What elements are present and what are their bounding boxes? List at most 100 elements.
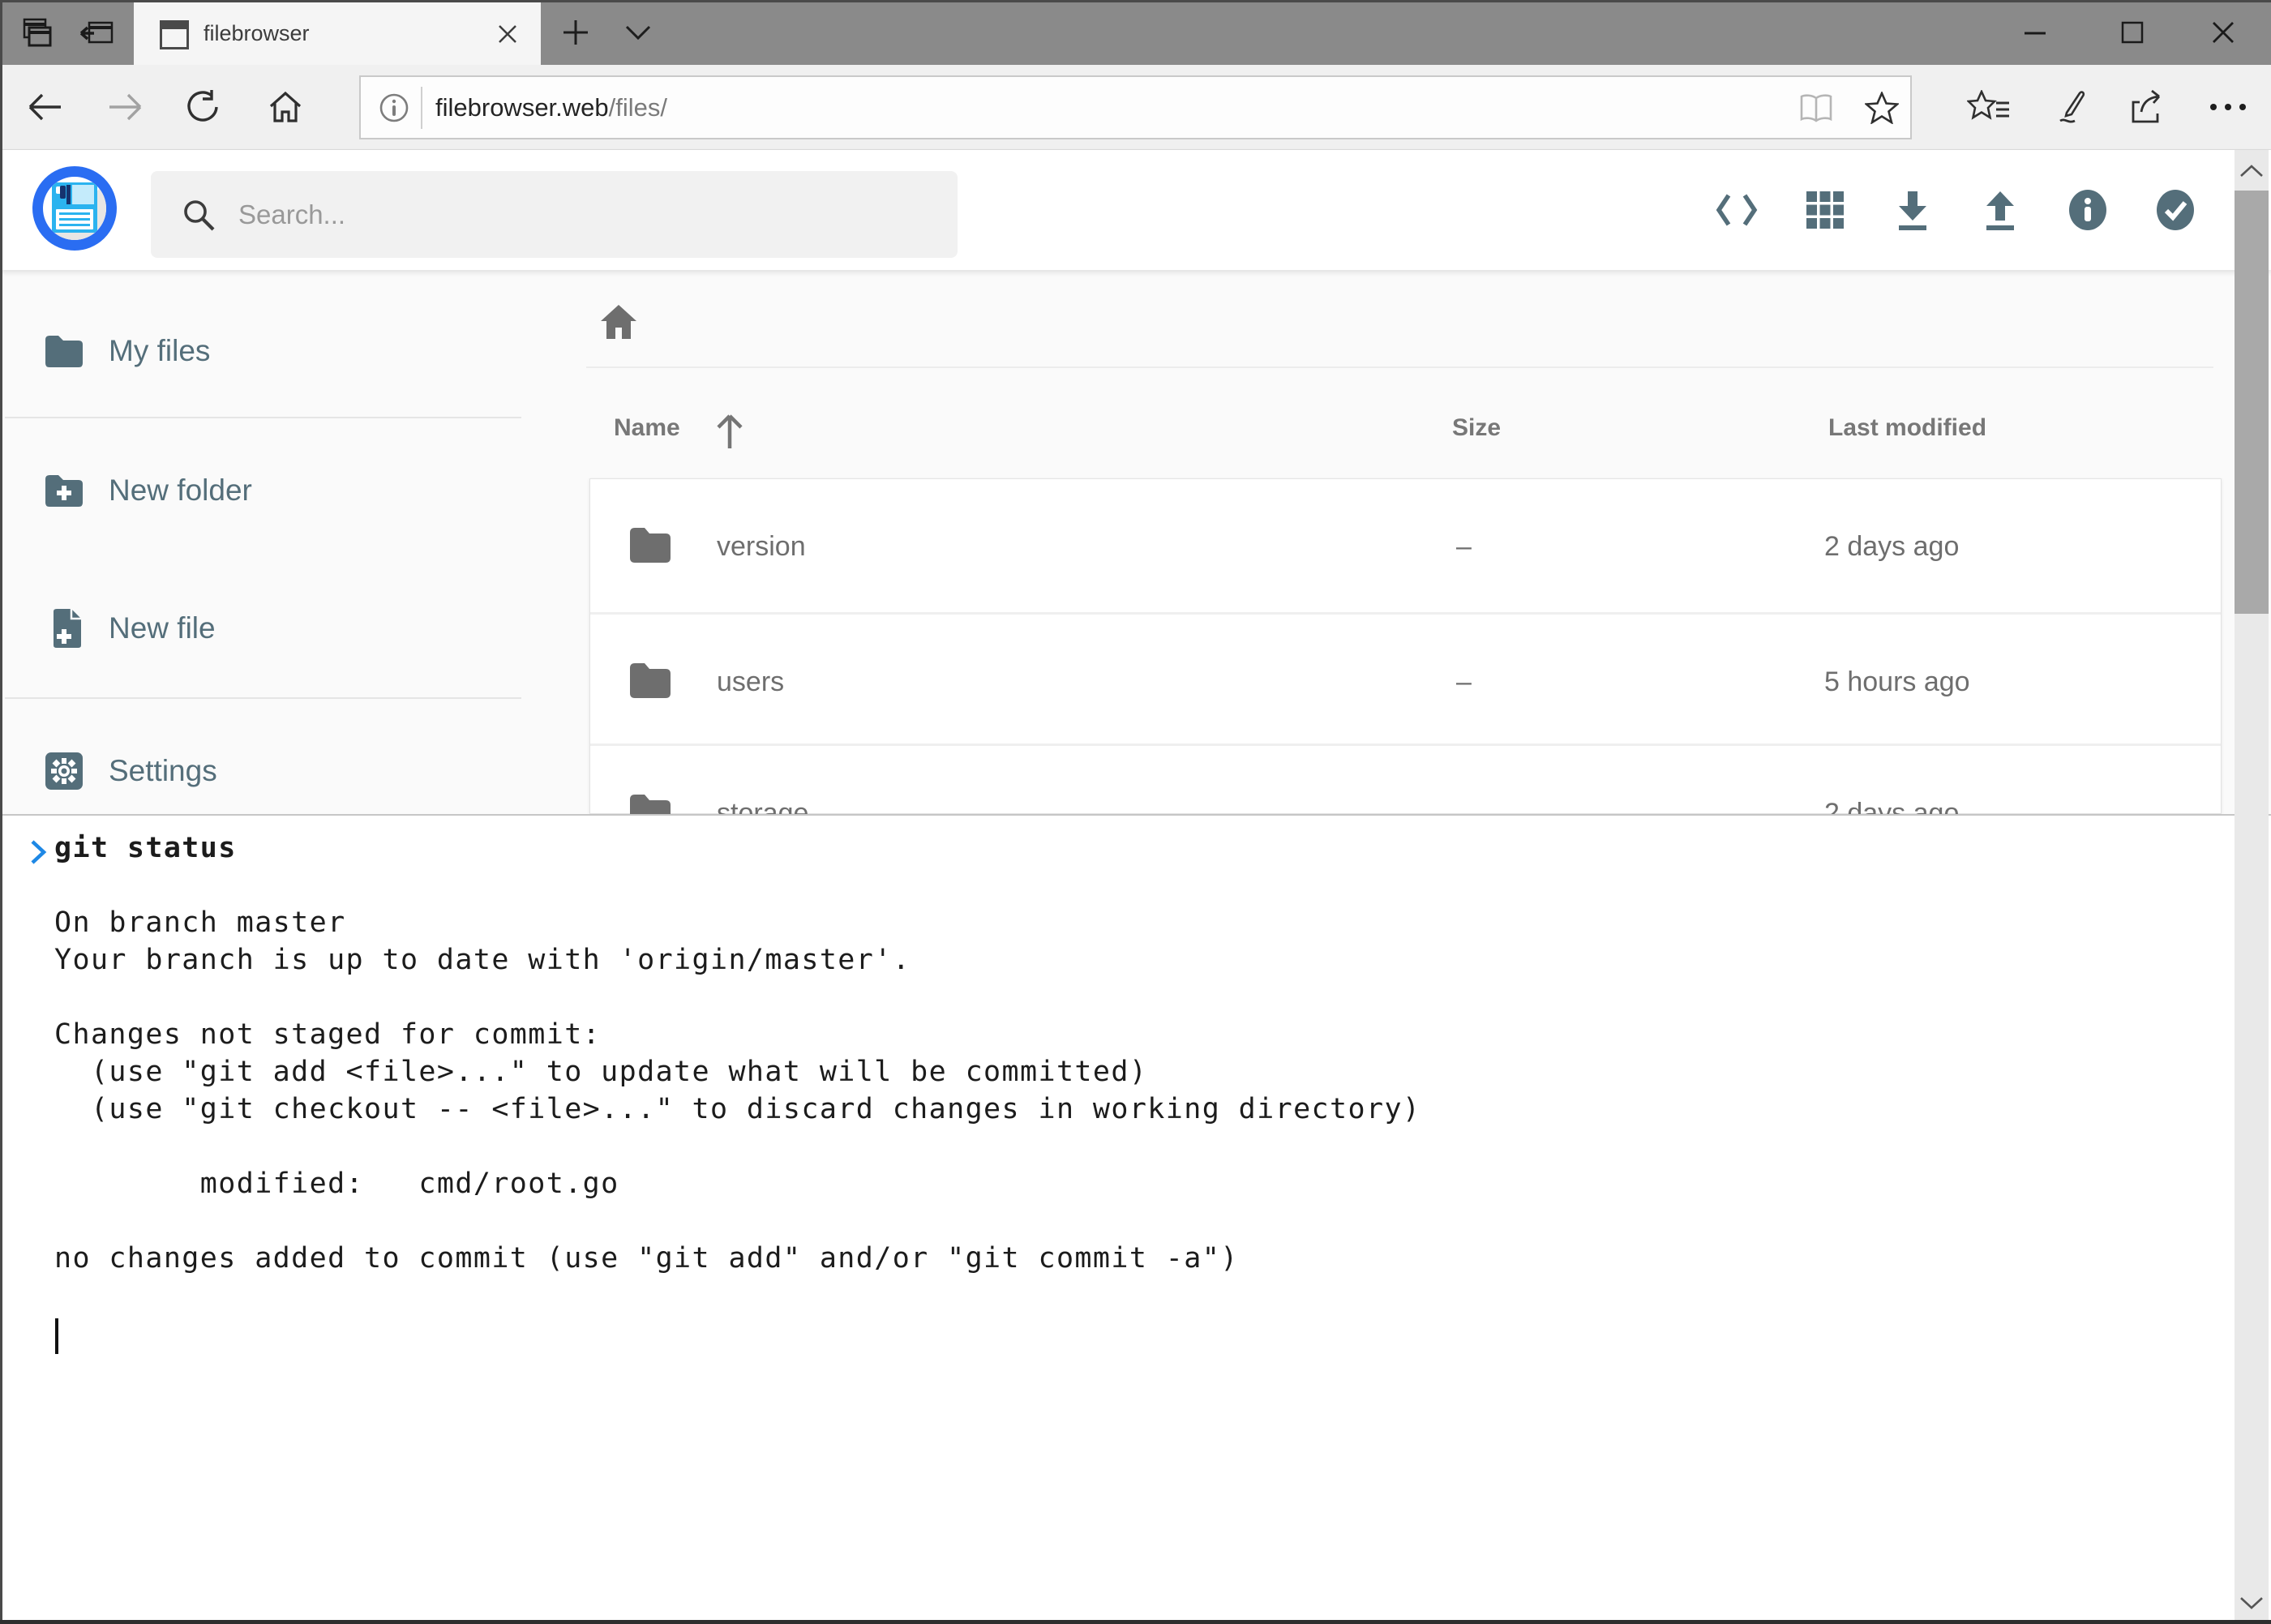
tab-title: filebrowser bbox=[204, 2, 310, 65]
reading-view-icon[interactable] bbox=[1798, 93, 1834, 122]
download-icon bbox=[1894, 190, 1931, 230]
floppy-disk-icon bbox=[52, 182, 97, 233]
refresh-button[interactable] bbox=[170, 75, 235, 139]
folder-icon bbox=[628, 526, 672, 563]
sidebar-item-new-file[interactable]: New file bbox=[0, 588, 521, 669]
close-icon bbox=[2210, 19, 2236, 45]
info-icon bbox=[2068, 189, 2107, 231]
scroll-up-button[interactable] bbox=[2235, 150, 2269, 192]
close-icon bbox=[497, 24, 518, 45]
home-icon bbox=[268, 90, 303, 124]
file-plus-icon bbox=[50, 608, 83, 649]
file-modified: 2 days ago bbox=[1824, 531, 1959, 563]
check-circle-icon bbox=[2156, 189, 2195, 231]
address-bar: filebrowser.web/files/ bbox=[0, 65, 2271, 150]
upload-icon bbox=[1982, 190, 2019, 230]
minimize-button[interactable] bbox=[1997, 0, 2073, 65]
select-multiple-button[interactable] bbox=[2143, 186, 2208, 234]
search-bar[interactable] bbox=[151, 171, 958, 258]
terminal-output-line: Your branch is up to date with 'origin/m… bbox=[54, 941, 911, 979]
file-list: version – 2 days ago users – 5 hours ago… bbox=[589, 478, 2222, 814]
window-border bbox=[0, 0, 2, 1624]
tab-preview-button[interactable] bbox=[6, 0, 63, 65]
file-name: version bbox=[717, 531, 806, 563]
browser-tab-filebrowser[interactable]: filebrowser bbox=[134, 2, 541, 65]
sidebar-item-new-folder[interactable]: New folder bbox=[0, 450, 521, 531]
file-size: – bbox=[1456, 531, 1472, 563]
show-tab-previews-button[interactable] bbox=[610, 0, 666, 65]
file-row-storage[interactable]: storage – 2 days ago bbox=[590, 746, 2221, 814]
prompt-chevron-icon bbox=[29, 838, 47, 866]
sidebar-item-settings[interactable]: Settings bbox=[0, 731, 521, 812]
file-row-version[interactable]: version – 2 days ago bbox=[590, 479, 2221, 612]
sidebar-item-my-files[interactable]: My files bbox=[0, 311, 521, 392]
tab-close-button[interactable] bbox=[491, 17, 525, 51]
page-scrollbar[interactable] bbox=[2235, 150, 2269, 1624]
minimize-icon bbox=[2023, 20, 2047, 45]
refresh-icon bbox=[185, 89, 221, 125]
info-button[interactable] bbox=[2055, 186, 2120, 234]
favorites-hub-button[interactable] bbox=[1956, 75, 2021, 139]
forward-button[interactable] bbox=[93, 75, 158, 139]
chevron-down-icon bbox=[624, 24, 652, 41]
url-path: /files/ bbox=[609, 93, 667, 122]
site-info-icon[interactable] bbox=[379, 92, 409, 123]
file-name: storage bbox=[717, 798, 808, 814]
set-tabs-aside-button[interactable] bbox=[68, 0, 125, 65]
column-header-modified[interactable]: Last modified bbox=[1828, 414, 1986, 442]
grid-view-button[interactable] bbox=[1793, 186, 1858, 234]
browser-titlebar: filebrowser bbox=[0, 0, 2271, 65]
terminal-output-line: (use "git checkout -- <file>..." to disc… bbox=[54, 1091, 1420, 1128]
sort-ascending-icon[interactable] bbox=[713, 411, 746, 450]
terminal-output-line: (use "git add <file>..." to update what … bbox=[54, 1053, 1147, 1091]
maximize-button[interactable] bbox=[2094, 0, 2170, 65]
favorite-star-icon[interactable] bbox=[1865, 92, 1899, 124]
search-icon bbox=[182, 198, 216, 232]
plus-icon bbox=[562, 19, 589, 46]
share-icon bbox=[2128, 89, 2166, 125]
upload-button[interactable] bbox=[1968, 186, 2033, 234]
folder-icon bbox=[44, 334, 84, 368]
settings-gear-icon bbox=[44, 751, 84, 791]
share-button[interactable] bbox=[2115, 75, 2179, 139]
file-row-users[interactable]: users – 5 hours ago bbox=[590, 615, 2221, 748]
url-field[interactable]: filebrowser.web/files/ bbox=[359, 75, 1912, 139]
filebrowser-header bbox=[0, 150, 2271, 270]
hub-star-list-icon bbox=[1967, 90, 2011, 124]
back-arrow-icon bbox=[27, 92, 62, 122]
window-border bbox=[0, 1620, 2271, 1624]
ellipsis-icon bbox=[2209, 102, 2247, 112]
set-tabs-aside-icon bbox=[78, 16, 115, 49]
search-input[interactable] bbox=[238, 199, 887, 230]
terminal-cursor[interactable] bbox=[55, 1318, 58, 1354]
forward-arrow-icon bbox=[108, 92, 144, 122]
download-button[interactable] bbox=[1880, 186, 1945, 234]
shell-toggle-button[interactable] bbox=[1704, 186, 1769, 234]
breadcrumb-home-button[interactable] bbox=[594, 299, 643, 345]
settings-more-button[interactable] bbox=[2196, 75, 2260, 139]
terminal-panel[interactable]: git status On branch master Your branch … bbox=[0, 814, 2271, 1624]
new-tab-button[interactable] bbox=[547, 0, 604, 65]
home-icon bbox=[599, 303, 638, 341]
tab-favicon-icon bbox=[160, 20, 189, 49]
pen-icon bbox=[2049, 88, 2088, 126]
folder-plus-icon bbox=[44, 473, 84, 508]
sidebar-item-label: My files bbox=[109, 334, 210, 368]
url-divider bbox=[421, 87, 422, 129]
web-note-button[interactable] bbox=[2036, 75, 2101, 139]
terminal-output-line: no changes added to commit (use "git add… bbox=[54, 1240, 1239, 1277]
sidebar-item-label: Settings bbox=[109, 754, 217, 788]
column-header-size[interactable]: Size bbox=[1452, 414, 1501, 442]
window-close-button[interactable] bbox=[2185, 0, 2261, 65]
filebrowser-logo[interactable] bbox=[32, 166, 117, 251]
back-button[interactable] bbox=[12, 75, 77, 139]
column-header-name[interactable]: Name bbox=[614, 414, 680, 442]
home-button[interactable] bbox=[253, 75, 318, 139]
terminal-output-line: modified: cmd/root.go bbox=[54, 1165, 619, 1202]
scroll-down-button[interactable] bbox=[2235, 1582, 2269, 1624]
sidebar-divider bbox=[5, 697, 521, 699]
breadcrumb-divider bbox=[586, 366, 2213, 368]
file-size: – bbox=[1456, 798, 1472, 814]
scrollbar-thumb[interactable] bbox=[2235, 191, 2269, 614]
file-name: users bbox=[717, 666, 784, 698]
